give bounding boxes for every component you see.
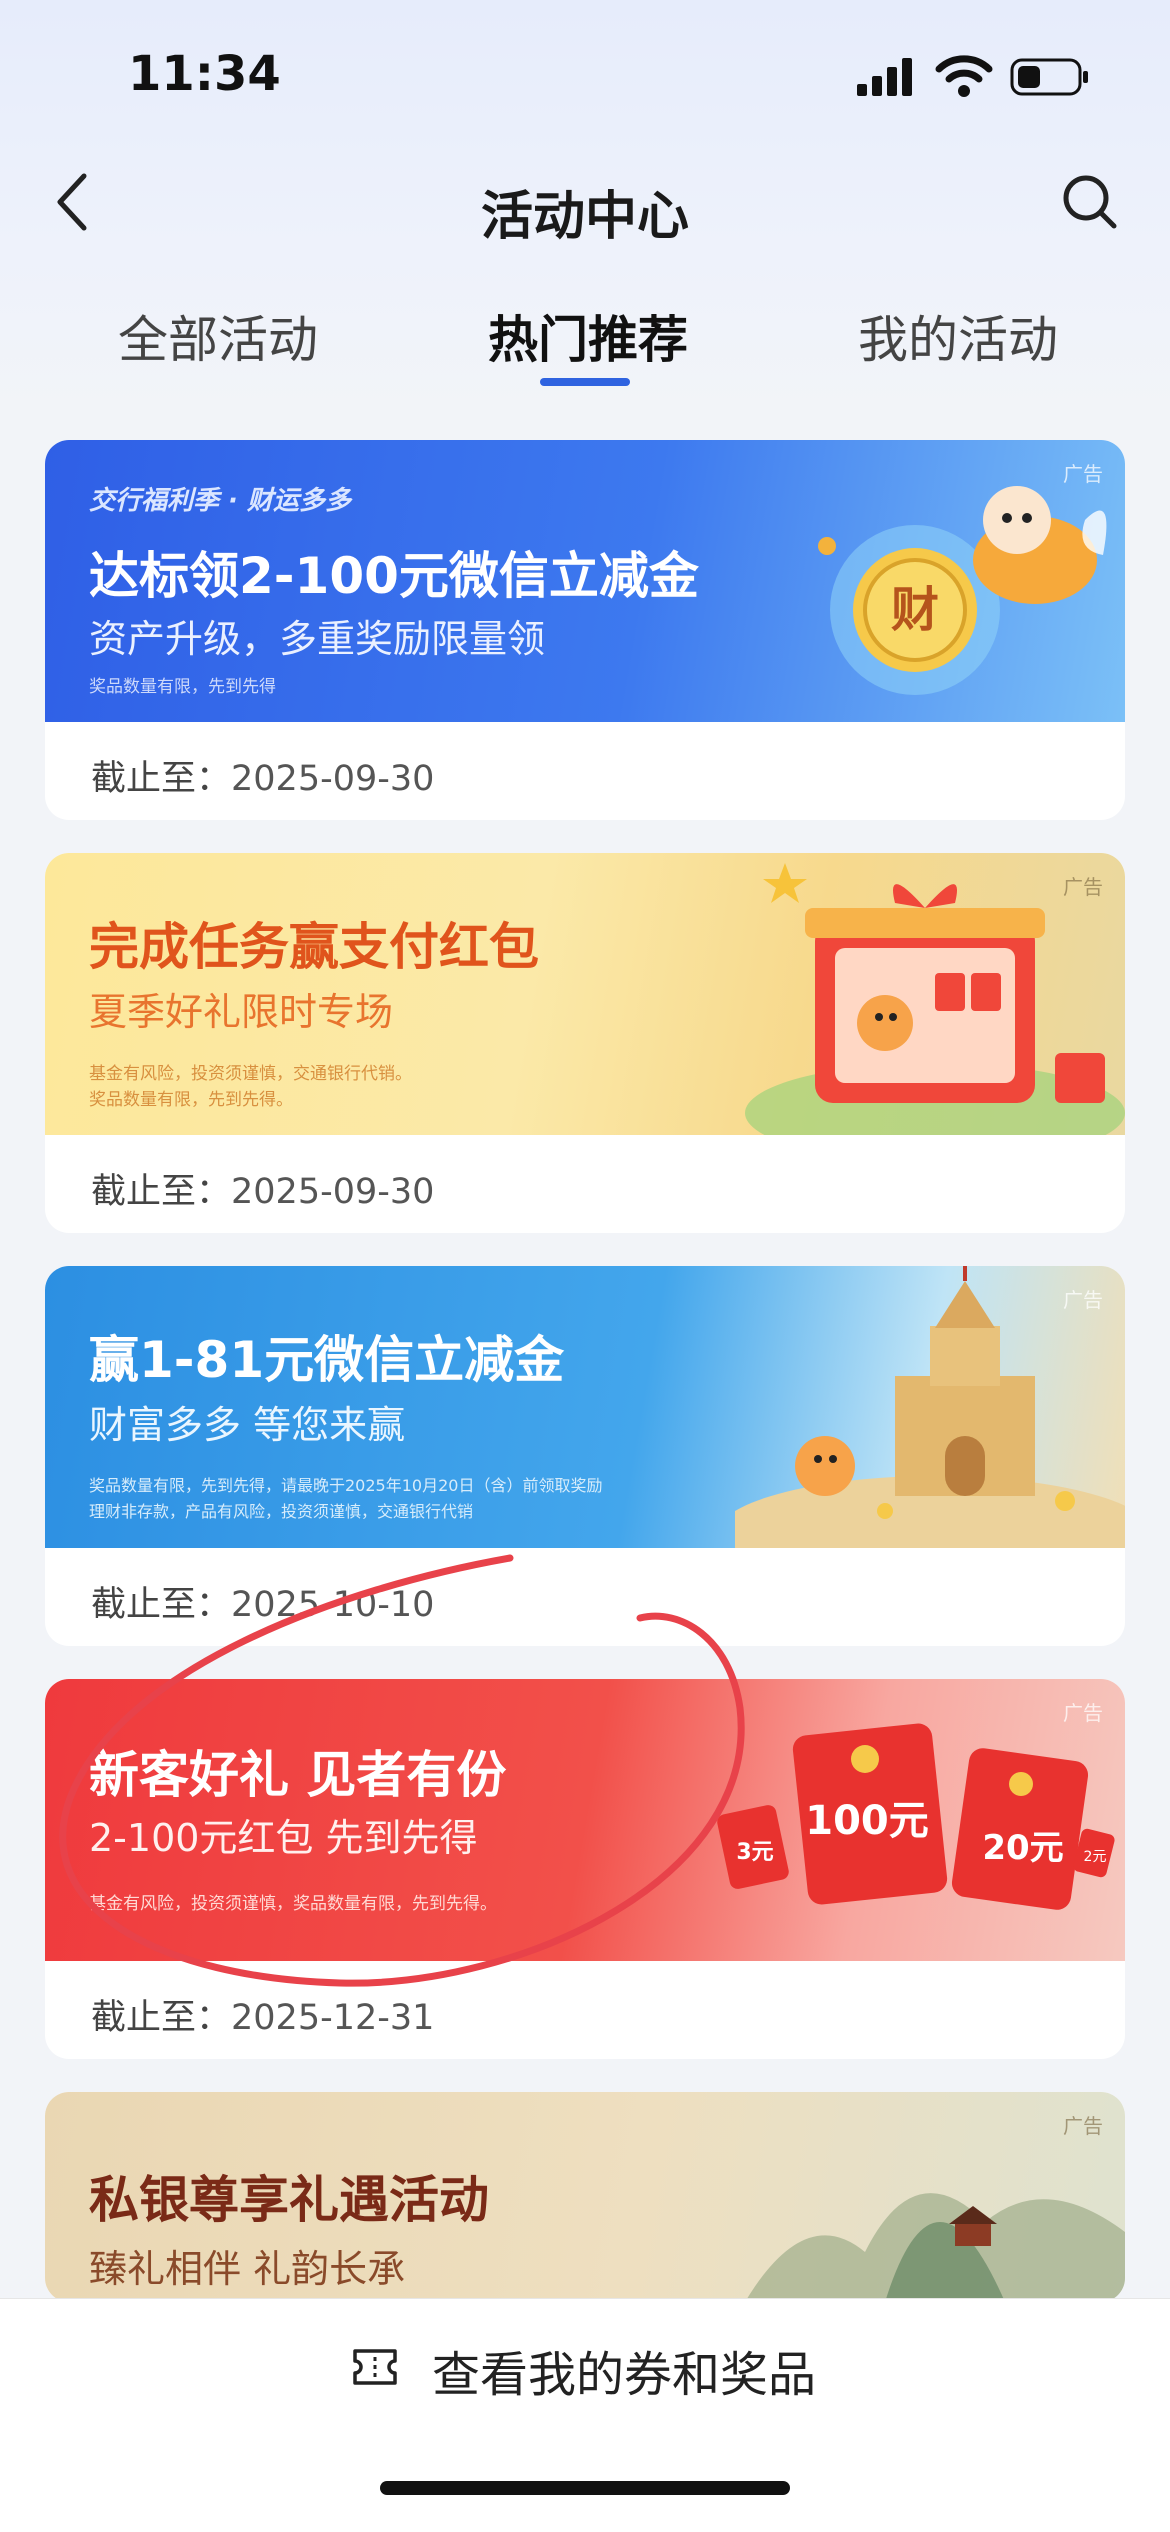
tab-all-activities[interactable]: 全部活动 bbox=[118, 300, 318, 372]
view-coupons-button[interactable]: 查看我的券和奖品 bbox=[432, 2335, 816, 2405]
ticket-icon[interactable] bbox=[352, 2347, 398, 2387]
banner-title: 私银尊享礼遇活动 bbox=[89, 2171, 489, 2229]
banner-brand: 交行福利季 · 财运多多 bbox=[89, 486, 351, 516]
banner-title: 达标领2-100元微信立减金 bbox=[89, 547, 699, 605]
banner-note: 奖品数量有限，先到先得，请最晚于2025年10月20日（含）前领取奖励 bbox=[89, 1476, 603, 1495]
deadline-label: 截止至： bbox=[91, 759, 232, 799]
activity-card[interactable]: 广告 赢1-81元微信立减金 财富多多 等您来赢 奖品数量有限，先到先得，请最晚… bbox=[45, 1266, 1125, 1646]
activity-banner[interactable]: 广告 新客好礼 见者有份 2-100元红包 先到先得 基金有风险，投资须谨慎，奖… bbox=[45, 1679, 1125, 1961]
tab-hot-recommend[interactable]: 热门推荐 bbox=[488, 300, 688, 372]
page-title: 活动中心 bbox=[480, 187, 689, 247]
banner-title: 完成任务赢支付红包 bbox=[89, 918, 539, 976]
activity-banner[interactable]: 广告 私银尊享礼遇活动 臻礼相伴 礼韵长承 bbox=[45, 2092, 1125, 2302]
active-tab-indicator bbox=[540, 378, 630, 386]
banner-note: 理财非存款，产品有风险，投资须谨慎，交通银行代销 bbox=[89, 1502, 474, 1521]
bottom-action-bar: 查看我的券和奖品 bbox=[0, 2298, 1170, 2532]
deadline-row: 截止至：2025-09-30 bbox=[45, 722, 1125, 820]
navigation-bar: 活动中心 bbox=[0, 160, 1170, 250]
activity-banner[interactable]: 广告 交行福利季 · 财运多多 达标领2-100元微信立减金 资产升级，多重奖励… bbox=[45, 440, 1125, 722]
activity-card[interactable]: 广告 私银尊享礼遇活动 臻礼相伴 礼韵长承 bbox=[45, 2092, 1125, 2302]
deadline-label: 截止至： bbox=[91, 1585, 232, 1625]
gift-box-illustration bbox=[745, 863, 1125, 1135]
deadline-date: 2025-09-30 bbox=[231, 759, 435, 799]
envelope-amount: 2元 bbox=[1084, 1849, 1107, 1865]
mascot-coin-illustration: 财 bbox=[818, 486, 1107, 695]
banner-note: 基金有风险，投资须谨慎，奖品数量有限，先到先得。 bbox=[89, 1894, 497, 1914]
deadline-row: 截止至：2025-10-10 bbox=[45, 1548, 1125, 1646]
banner-note: 奖品数量有限，先到先得。 bbox=[89, 1090, 293, 1110]
tab-my-activities[interactable]: 我的活动 bbox=[858, 300, 1058, 372]
activity-banner[interactable]: 广告 完成任务赢支付红包 夏季好礼限时专场 基金有风险，投资须谨慎，交通银行代销… bbox=[45, 853, 1125, 1135]
deadline-date: 2025-10-10 bbox=[231, 1585, 435, 1625]
banner-title: 新客好礼 见者有份 bbox=[89, 1746, 507, 1804]
status-bar: 11:34 bbox=[0, 0, 1170, 150]
banner-note: 奖品数量有限，先到先得 bbox=[89, 677, 276, 697]
red-envelopes-illustration: 3元 100元 20元 2元 bbox=[717, 1723, 1115, 1910]
coin-character: 财 bbox=[891, 582, 939, 638]
banner-note: 基金有风险，投资须谨慎，交通银行代销。 bbox=[89, 1064, 412, 1084]
deadline-label: 截止至： bbox=[91, 1172, 232, 1212]
search-icon[interactable] bbox=[1060, 172, 1120, 232]
banner-title: 赢1-81元微信立减金 bbox=[89, 1331, 565, 1389]
banner-subtitle: 财富多多 等您来赢 bbox=[89, 1403, 406, 1447]
activity-card[interactable]: 广告 交行福利季 · 财运多多 达标领2-100元微信立减金 资产升级，多重奖励… bbox=[45, 440, 1125, 820]
banner-subtitle: 夏季好礼限时专场 bbox=[89, 990, 394, 1034]
home-indicator bbox=[380, 2481, 790, 2495]
activity-card[interactable]: 广告 新客好礼 见者有份 2-100元红包 先到先得 基金有风险，投资须谨慎，奖… bbox=[45, 1679, 1125, 2059]
status-time: 11:34 bbox=[128, 46, 281, 102]
envelope-amount: 100元 bbox=[805, 1798, 929, 1844]
envelope-amount: 3元 bbox=[736, 1840, 773, 1865]
banner-subtitle: 臻礼相伴 礼韵长承 bbox=[89, 2247, 406, 2291]
deadline-row: 截止至：2025-09-30 bbox=[45, 1135, 1125, 1233]
landscape-painting-illustration bbox=[745, 2193, 1125, 2302]
activity-card[interactable]: 广告 完成任务赢支付红包 夏季好礼限时专场 基金有风险，投资须谨慎，交通银行代销… bbox=[45, 853, 1125, 1233]
battery-icon bbox=[1010, 58, 1088, 96]
deadline-date: 2025-09-30 bbox=[231, 1172, 435, 1212]
deadline-label: 截止至： bbox=[91, 1998, 232, 2038]
banner-subtitle: 资产升级，多重奖励限量领 bbox=[89, 617, 546, 661]
deadline-date: 2025-12-31 bbox=[231, 1998, 435, 2038]
tab-bar: 全部活动 热门推荐 我的活动 bbox=[0, 290, 1170, 390]
activity-banner[interactable]: 广告 赢1-81元微信立减金 财富多多 等您来赢 奖品数量有限，先到先得，请最晚… bbox=[45, 1266, 1125, 1548]
banner-subtitle: 2-100元红包 先到先得 bbox=[89, 1816, 478, 1860]
sandcastle-illustration bbox=[735, 1266, 1125, 1548]
envelope-amount: 20元 bbox=[982, 1828, 1063, 1868]
wifi-icon bbox=[935, 55, 993, 97]
cellular-signal-icon bbox=[857, 58, 912, 96]
deadline-row: 截止至：2025-12-31 bbox=[45, 1961, 1125, 2059]
